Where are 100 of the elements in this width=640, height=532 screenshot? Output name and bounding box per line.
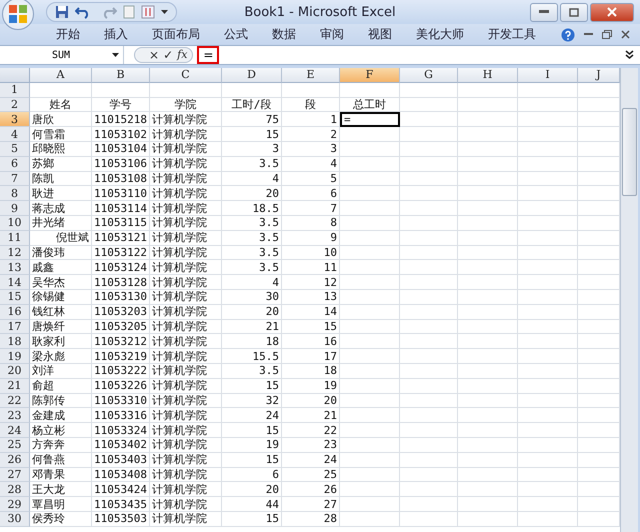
column-header[interactable]: D	[222, 68, 282, 83]
table-cell: 3.5	[222, 216, 282, 231]
row-header[interactable]: 10	[0, 216, 30, 231]
table-cell: 计算机学院	[150, 246, 222, 260]
row-header[interactable]: 14	[0, 275, 30, 290]
table-cell: 2	[282, 127, 340, 142]
table-cell: 方奔奔	[30, 438, 92, 453]
table-cell: 梁永彪	[30, 349, 92, 364]
ribbon-tab[interactable]: 审阅	[308, 26, 356, 43]
row-header[interactable]: 15	[0, 290, 30, 305]
table-cell: 计算机学院	[150, 408, 222, 424]
table-cell: 3.5	[222, 156, 282, 172]
ribbon-tab[interactable]: 视图	[356, 26, 404, 43]
enter-button[interactable]: ✓	[163, 48, 174, 62]
table-cell: 25	[282, 468, 340, 482]
table-cell: 11053114	[92, 201, 150, 216]
table-cell: 11053408	[92, 468, 150, 482]
row-header[interactable]: 19	[0, 349, 30, 364]
row-header[interactable]: 12	[0, 246, 30, 260]
table-cell: 计算机学院	[150, 423, 222, 438]
table-cell: 11053121	[92, 230, 150, 246]
row-header[interactable]: 28	[0, 482, 30, 498]
table-cell: 11015218	[92, 112, 150, 128]
table-cell: 6	[282, 186, 340, 202]
table-cell: 17	[282, 349, 340, 364]
row-header[interactable]: 7	[0, 172, 30, 186]
column-header[interactable]: E	[282, 68, 340, 83]
table-cell: 75	[222, 112, 282, 128]
table-cell: 30	[222, 290, 282, 305]
table-cell: 段	[282, 98, 340, 112]
formula-field[interactable]: =	[197, 46, 220, 64]
row-header[interactable]: 16	[0, 304, 30, 320]
row-header[interactable]: 8	[0, 186, 30, 202]
table-cell: 11053503	[92, 512, 150, 527]
table-cell: 计算机学院	[150, 394, 222, 408]
row-header[interactable]: 26	[0, 452, 30, 468]
row-header[interactable]: 27	[0, 468, 30, 482]
table-cell: 金建成	[30, 408, 92, 424]
table-cell: 计算机学院	[150, 349, 222, 364]
row-header[interactable]: 6	[0, 156, 30, 172]
row-header[interactable]: 1	[0, 82, 30, 98]
ribbon-tab[interactable]: 页面布局	[140, 26, 212, 43]
ribbon-tab[interactable]: 开发工具	[476, 26, 548, 43]
table-cell: 11053124	[92, 260, 150, 276]
table-cell: 11053102	[92, 127, 150, 142]
table-cell: 15	[222, 378, 282, 394]
row-header[interactable]: 21	[0, 378, 30, 394]
table-cell: 11053403	[92, 452, 150, 468]
table-cell: 11053110	[92, 186, 150, 202]
row-header[interactable]: 22	[0, 394, 30, 408]
ribbon-tab[interactable]: 公式	[212, 26, 260, 43]
table-cell: 钱红林	[30, 304, 92, 320]
insert-function-button[interactable]: fx	[177, 48, 188, 62]
table-cell: 计算机学院	[150, 378, 222, 394]
row-header[interactable]: 5	[0, 142, 30, 157]
column-header[interactable]: J	[578, 68, 620, 83]
column-header[interactable]: H	[458, 68, 518, 83]
table-cell: 11053424	[92, 482, 150, 498]
row-header[interactable]: 18	[0, 334, 30, 350]
row-header[interactable]: 30	[0, 512, 30, 527]
row-header[interactable]: 23	[0, 408, 30, 424]
ribbon-tab[interactable]: 数据	[260, 26, 308, 43]
row-header[interactable]: 17	[0, 320, 30, 334]
ribbon-tab[interactable]: 插入	[92, 26, 140, 43]
table-cell: 3.5	[222, 260, 282, 276]
ribbon-tab[interactable]: 开始	[44, 26, 92, 43]
row-header[interactable]: 4	[0, 127, 30, 142]
table-cell: 计算机学院	[150, 275, 222, 290]
table-cell: 计算机学院	[150, 172, 222, 186]
table-cell: 邱晓熙	[30, 142, 92, 157]
table-cell: 耿家利	[30, 334, 92, 350]
table-cell: 22	[282, 423, 340, 438]
name-box[interactable]: SUM	[0, 46, 124, 64]
column-header[interactable]: C	[150, 68, 222, 83]
table-cell: 计算机学院	[150, 364, 222, 379]
column-header[interactable]: F	[340, 68, 400, 83]
table-cell: 总工时	[340, 98, 400, 112]
row-header[interactable]: 11	[0, 230, 30, 246]
cancel-button[interactable]: ×	[149, 48, 160, 62]
row-header[interactable]: 2	[0, 98, 30, 112]
row-header[interactable]: 20	[0, 364, 30, 379]
table-cell: 计算机学院	[150, 290, 222, 305]
table-cell: 计算机学院	[150, 260, 222, 276]
row-header[interactable]: 29	[0, 497, 30, 512]
table-cell: 计算机学院	[150, 320, 222, 334]
column-header[interactable]: A	[30, 68, 92, 83]
column-header[interactable]: G	[400, 68, 458, 83]
table-cell: 23	[282, 438, 340, 453]
row-header[interactable]: 24	[0, 423, 30, 438]
row-header[interactable]: 3	[0, 112, 30, 128]
row-header[interactable]: 25	[0, 438, 30, 453]
row-header[interactable]: 9	[0, 201, 30, 216]
table-cell: 徐锡健	[30, 290, 92, 305]
table-cell: 3.5	[222, 364, 282, 379]
table-cell: 唐欣	[30, 112, 92, 128]
ribbon-tab[interactable]: 美化大师	[404, 26, 476, 43]
column-header[interactable]: B	[92, 68, 150, 83]
table-cell: 计算机学院	[150, 452, 222, 468]
row-header[interactable]: 13	[0, 260, 30, 276]
column-header[interactable]: I	[518, 68, 578, 83]
